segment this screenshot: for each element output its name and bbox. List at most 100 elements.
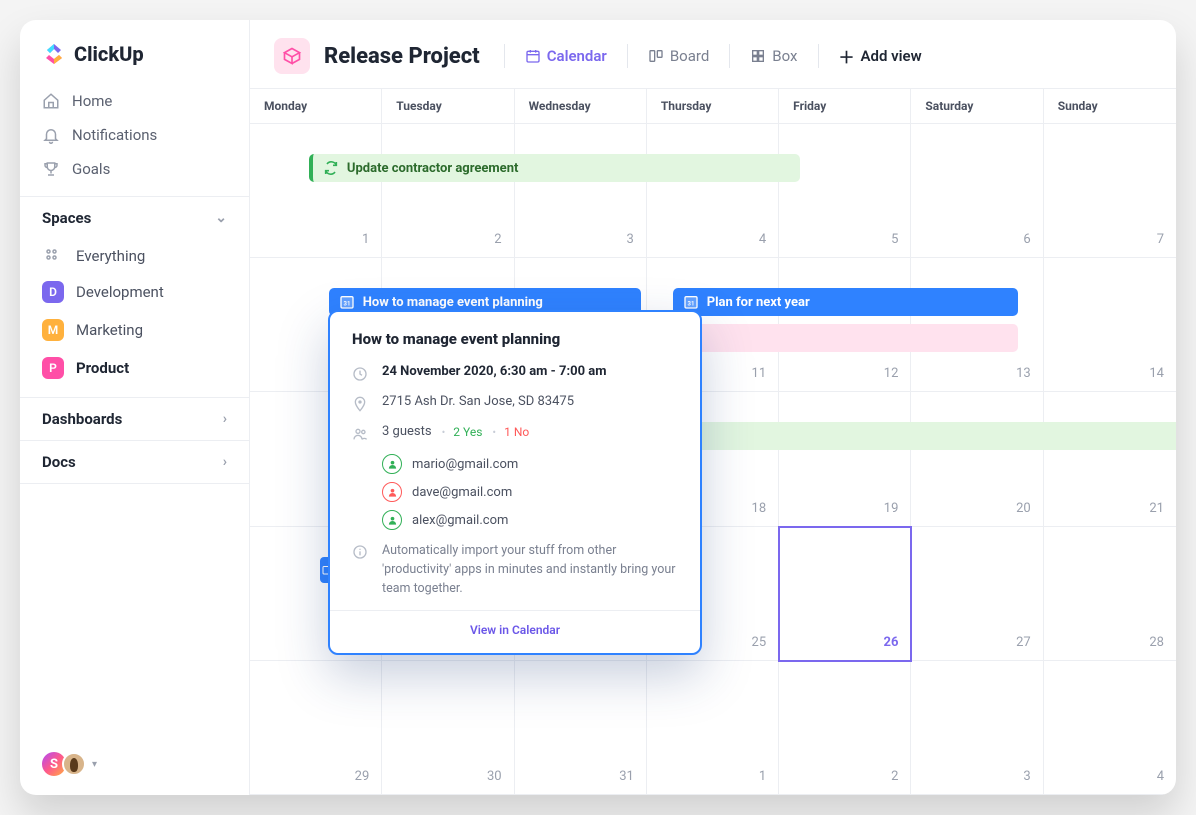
day-number: 4 xyxy=(1157,769,1164,784)
space-marketing[interactable]: M Marketing xyxy=(20,311,249,349)
guests-icon xyxy=(352,426,368,442)
bell-icon xyxy=(42,126,60,144)
popup-guests-row: 3 guests 2 Yes 1 No xyxy=(352,424,678,442)
project-icon xyxy=(274,38,310,74)
nav-label: Goals xyxy=(72,160,110,178)
space-badge: M xyxy=(42,319,64,341)
calendar-cell[interactable]: 14 xyxy=(1044,258,1176,392)
space-badge: D xyxy=(42,281,64,303)
chevron-right-icon: › xyxy=(223,454,227,470)
calendar-day-header: Monday Tuesday Wednesday Thursday Friday… xyxy=(250,88,1176,124)
day-number: 20 xyxy=(1016,501,1031,516)
popup-title: How to manage event planning xyxy=(352,330,678,348)
day-number: 29 xyxy=(355,769,370,784)
popup-location-row: 2715 Ash Dr. San Jose, SD 83475 xyxy=(352,394,678,412)
calendar-cell[interactable]: 3 xyxy=(515,124,647,258)
view-in-calendar-link[interactable]: View in Calendar xyxy=(330,610,700,643)
grid-dots-icon xyxy=(44,247,62,265)
user-icon xyxy=(382,510,402,530)
day-number: 11 xyxy=(752,366,767,381)
spaces-header[interactable]: Spaces ⌄ xyxy=(20,196,249,239)
day-number: 2 xyxy=(494,232,501,247)
topbar: Release Project Calendar Board Box ＋ Add… xyxy=(250,20,1176,88)
cube-icon xyxy=(282,46,302,66)
nav-goals[interactable]: Goals xyxy=(30,152,239,186)
nav-notifications[interactable]: Notifications xyxy=(30,118,239,152)
avatar-photo xyxy=(62,752,86,776)
nav-label: Notifications xyxy=(72,126,157,144)
day-number: 1 xyxy=(759,769,766,784)
space-development[interactable]: D Development xyxy=(20,273,249,311)
plus-icon: ＋ xyxy=(839,44,855,68)
calendar-cell[interactable]: 2 xyxy=(382,124,514,258)
event-bar[interactable] xyxy=(673,422,1176,450)
home-icon xyxy=(42,92,60,110)
day-number: 7 xyxy=(1157,232,1164,247)
calendar-cell[interactable]: 7 xyxy=(1044,124,1176,258)
guest-row: alex@gmail.com xyxy=(382,510,678,530)
calendar-cell[interactable]: 26 xyxy=(779,527,911,661)
chevron-right-icon: › xyxy=(223,411,227,427)
day-number: 26 xyxy=(884,635,899,650)
calendar-cell[interactable]: 28 xyxy=(1044,527,1176,661)
day-number: 28 xyxy=(1149,635,1164,650)
calendar-cell[interactable]: 19 xyxy=(779,392,911,526)
day-number: 31 xyxy=(619,769,634,784)
svg-text:31: 31 xyxy=(687,301,694,308)
event-bar[interactable]: Update contractor agreement xyxy=(309,154,800,182)
trophy-icon xyxy=(42,160,60,178)
day-number: 3 xyxy=(627,232,634,247)
calendar-cell[interactable]: 2 xyxy=(779,661,911,795)
day-number: 3 xyxy=(1023,769,1030,784)
popup-note-row: Automatically import your stuff from oth… xyxy=(352,542,678,598)
guest-list: mario@gmail.com dave@gmail.com alex@gmai… xyxy=(382,454,678,530)
calendar-cell[interactable]: 31 xyxy=(515,661,647,795)
view-tab-box[interactable]: Box xyxy=(744,43,803,69)
board-icon xyxy=(648,48,664,64)
calendar-cell[interactable]: 3 xyxy=(911,661,1043,795)
day-number: 2 xyxy=(891,769,898,784)
nav-home[interactable]: Home xyxy=(30,84,239,118)
sidebar: ClickUp Home Notifications Goals Spaces … xyxy=(20,20,250,795)
calendar-cell[interactable]: 5 xyxy=(779,124,911,258)
location-icon xyxy=(352,396,368,412)
calendar-cell[interactable]: 1 xyxy=(250,124,382,258)
day-number: 13 xyxy=(1016,366,1031,381)
chevron-down-icon: ⌄ xyxy=(215,210,227,226)
calendar-cell[interactable]: 20 xyxy=(911,392,1043,526)
nav-label: Home xyxy=(72,92,112,110)
svg-text:31: 31 xyxy=(343,301,350,308)
clock-icon xyxy=(352,366,368,382)
event-popup: How to manage event planning 24 November… xyxy=(328,310,702,655)
day-number: 14 xyxy=(1149,366,1164,381)
view-tab-calendar[interactable]: Calendar xyxy=(519,43,613,69)
calendar-cell[interactable]: 4 xyxy=(647,124,779,258)
dashboards-section[interactable]: Dashboards › xyxy=(20,397,249,441)
event-bar[interactable]: 31Plan for next year xyxy=(673,288,1018,316)
calendar-cell[interactable]: 1 xyxy=(647,661,779,795)
day-number: 18 xyxy=(752,501,767,516)
calendar-cell[interactable]: 29 xyxy=(250,661,382,795)
calendar-cell[interactable]: 30 xyxy=(382,661,514,795)
day-number: 1 xyxy=(362,232,369,247)
space-everything[interactable]: Everything xyxy=(20,239,249,273)
info-icon xyxy=(352,544,368,560)
sidebar-nav: Home Notifications Goals xyxy=(20,80,249,196)
calendar-cell[interactable]: 27 xyxy=(911,527,1043,661)
view-tab-board[interactable]: Board xyxy=(642,43,715,69)
calendar-cell[interactable]: 6 xyxy=(911,124,1043,258)
logo[interactable]: ClickUp xyxy=(20,20,249,80)
add-view-button[interactable]: ＋ Add view xyxy=(833,40,928,72)
space-product[interactable]: P Product xyxy=(20,349,249,387)
calendar-cell[interactable]: 21 xyxy=(1044,392,1176,526)
calendar-cell[interactable]: 4 xyxy=(1044,661,1176,795)
clickup-logo-icon xyxy=(42,42,66,66)
project-title: Release Project xyxy=(324,44,480,69)
docs-section[interactable]: Docs › xyxy=(20,441,249,484)
event-bar[interactable] xyxy=(673,324,1018,352)
day-number: 6 xyxy=(1023,232,1030,247)
main-area: Release Project Calendar Board Box ＋ Add… xyxy=(250,20,1176,795)
user-switcher[interactable]: S ▾ xyxy=(20,733,249,795)
guest-row: dave@gmail.com xyxy=(382,482,678,502)
day-number: 5 xyxy=(891,232,898,247)
